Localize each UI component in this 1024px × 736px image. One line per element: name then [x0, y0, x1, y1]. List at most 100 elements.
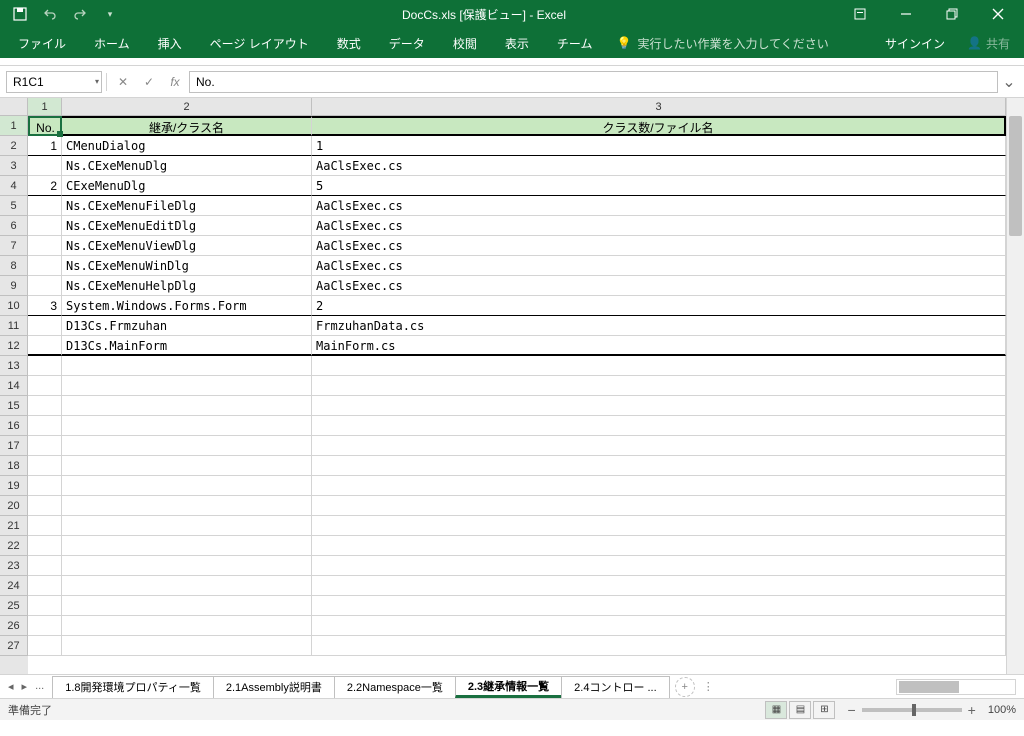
cell[interactable]: D13Cs.Frmzuhan [62, 316, 312, 336]
cell[interactable]: Ns.CExeMenuFileDlg [62, 196, 312, 216]
worksheet[interactable]: 123 123456789101112131415161718192021222… [0, 98, 1024, 674]
cell[interactable]: CExeMenuDlg [62, 176, 312, 196]
qat-customize[interactable]: ▾ [98, 2, 122, 26]
cell[interactable] [28, 196, 62, 216]
cell[interactable] [62, 576, 312, 596]
sheet-tab[interactable]: 1.8開発環境プロパティ一覧 [52, 676, 214, 698]
cell[interactable]: AaClsExec.cs [312, 256, 1006, 276]
page-break-view-button[interactable]: ⊞ [813, 701, 835, 719]
minimize-button[interactable] [884, 0, 928, 28]
cell[interactable] [312, 396, 1006, 416]
header-cell[interactable]: 継承/クラス名 [62, 116, 312, 136]
column-header[interactable]: 2 [62, 98, 312, 116]
hscroll-thumb[interactable] [899, 681, 959, 693]
row-header[interactable]: 3 [0, 156, 28, 176]
cell[interactable]: System.Windows.Forms.Form [62, 296, 312, 316]
row-header[interactable]: 8 [0, 256, 28, 276]
row-header[interactable]: 20 [0, 496, 28, 516]
row-header[interactable]: 27 [0, 636, 28, 656]
cell[interactable] [28, 476, 62, 496]
row-header[interactable]: 6 [0, 216, 28, 236]
cell[interactable] [312, 516, 1006, 536]
share-button[interactable]: 👤 共有 [957, 35, 1020, 52]
cell[interactable] [62, 476, 312, 496]
cell[interactable]: 1 [28, 136, 62, 156]
cell[interactable] [312, 636, 1006, 656]
tab-home[interactable]: ホーム [80, 28, 144, 58]
cell[interactable]: CMenuDialog [62, 136, 312, 156]
tab-team[interactable]: チーム [543, 28, 607, 58]
row-header[interactable]: 24 [0, 576, 28, 596]
cell[interactable] [28, 416, 62, 436]
zoom-in-button[interactable]: + [968, 702, 976, 718]
cell[interactable] [28, 276, 62, 296]
cell[interactable] [28, 596, 62, 616]
cell[interactable] [312, 596, 1006, 616]
cancel-formula-button[interactable]: ✕ [111, 71, 135, 93]
cell[interactable] [62, 396, 312, 416]
row-header[interactable]: 5 [0, 196, 28, 216]
row-header[interactable]: 16 [0, 416, 28, 436]
enter-formula-button[interactable]: ✓ [137, 71, 161, 93]
cell[interactable]: Ns.CExeMenuHelpDlg [62, 276, 312, 296]
sheet-tab[interactable]: 2.1Assembly説明書 [213, 676, 335, 698]
cell[interactable] [28, 576, 62, 596]
cell[interactable] [28, 496, 62, 516]
cell[interactable]: Ns.CExeMenuViewDlg [62, 236, 312, 256]
formula-input[interactable]: No. [189, 71, 998, 93]
normal-view-button[interactable]: ▦ [765, 701, 787, 719]
cell[interactable] [62, 456, 312, 476]
row-header[interactable]: 17 [0, 436, 28, 456]
cell[interactable]: D13Cs.MainForm [62, 336, 312, 356]
cell[interactable]: Ns.CExeMenuWinDlg [62, 256, 312, 276]
cell[interactable]: Ns.CExeMenuDlg [62, 156, 312, 176]
cell[interactable] [312, 556, 1006, 576]
cell[interactable]: AaClsExec.cs [312, 156, 1006, 176]
column-header[interactable]: 1 [28, 98, 62, 116]
row-header[interactable]: 1 [0, 116, 28, 136]
row-header[interactable]: 19 [0, 476, 28, 496]
tab-nav-prev[interactable]: ▸ [22, 680, 28, 693]
cell[interactable] [312, 356, 1006, 376]
cell[interactable] [28, 376, 62, 396]
cell[interactable] [62, 496, 312, 516]
undo-button[interactable] [38, 2, 62, 26]
tell-me-search[interactable]: 💡 実行したい作業を入力してください [606, 35, 838, 52]
row-header[interactable]: 26 [0, 616, 28, 636]
tab-data[interactable]: データ [375, 28, 439, 58]
cell[interactable] [28, 556, 62, 576]
cell[interactable] [28, 396, 62, 416]
zoom-level[interactable]: 100% [988, 704, 1016, 716]
row-header[interactable]: 15 [0, 396, 28, 416]
cell[interactable]: Ns.CExeMenuEditDlg [62, 216, 312, 236]
vertical-scrollbar[interactable] [1006, 98, 1024, 674]
cell[interactable] [28, 316, 62, 336]
tab-file[interactable]: ファイル [4, 28, 80, 58]
cell[interactable] [62, 436, 312, 456]
zoom-slider[interactable] [862, 708, 962, 712]
insert-function-button[interactable]: fx [163, 71, 187, 93]
row-header[interactable]: 7 [0, 236, 28, 256]
row-header[interactable]: 9 [0, 276, 28, 296]
cell[interactable]: 2 [28, 176, 62, 196]
zoom-out-button[interactable]: − [847, 702, 855, 718]
cell[interactable]: MainForm.cs [312, 336, 1006, 356]
cell[interactable] [62, 416, 312, 436]
cell[interactable]: FrmzuhanData.cs [312, 316, 1006, 336]
row-header[interactable]: 4 [0, 176, 28, 196]
cell[interactable]: 5 [312, 176, 1006, 196]
cell[interactable] [312, 576, 1006, 596]
cell[interactable] [28, 256, 62, 276]
cell[interactable] [28, 456, 62, 476]
cell[interactable]: AaClsExec.cs [312, 216, 1006, 236]
cell[interactable] [312, 436, 1006, 456]
scrollbar-thumb[interactable] [1009, 116, 1022, 236]
cell[interactable]: 1 [312, 136, 1006, 156]
select-all-corner[interactable] [0, 98, 28, 116]
cell[interactable] [312, 476, 1006, 496]
cell[interactable] [62, 376, 312, 396]
tab-nav-more[interactable]: ... [35, 680, 44, 693]
tab-page-layout[interactable]: ページ レイアウト [196, 28, 323, 58]
tab-review[interactable]: 校閲 [439, 28, 491, 58]
sheet-tab[interactable]: 2.2Namespace一覧 [334, 676, 456, 698]
